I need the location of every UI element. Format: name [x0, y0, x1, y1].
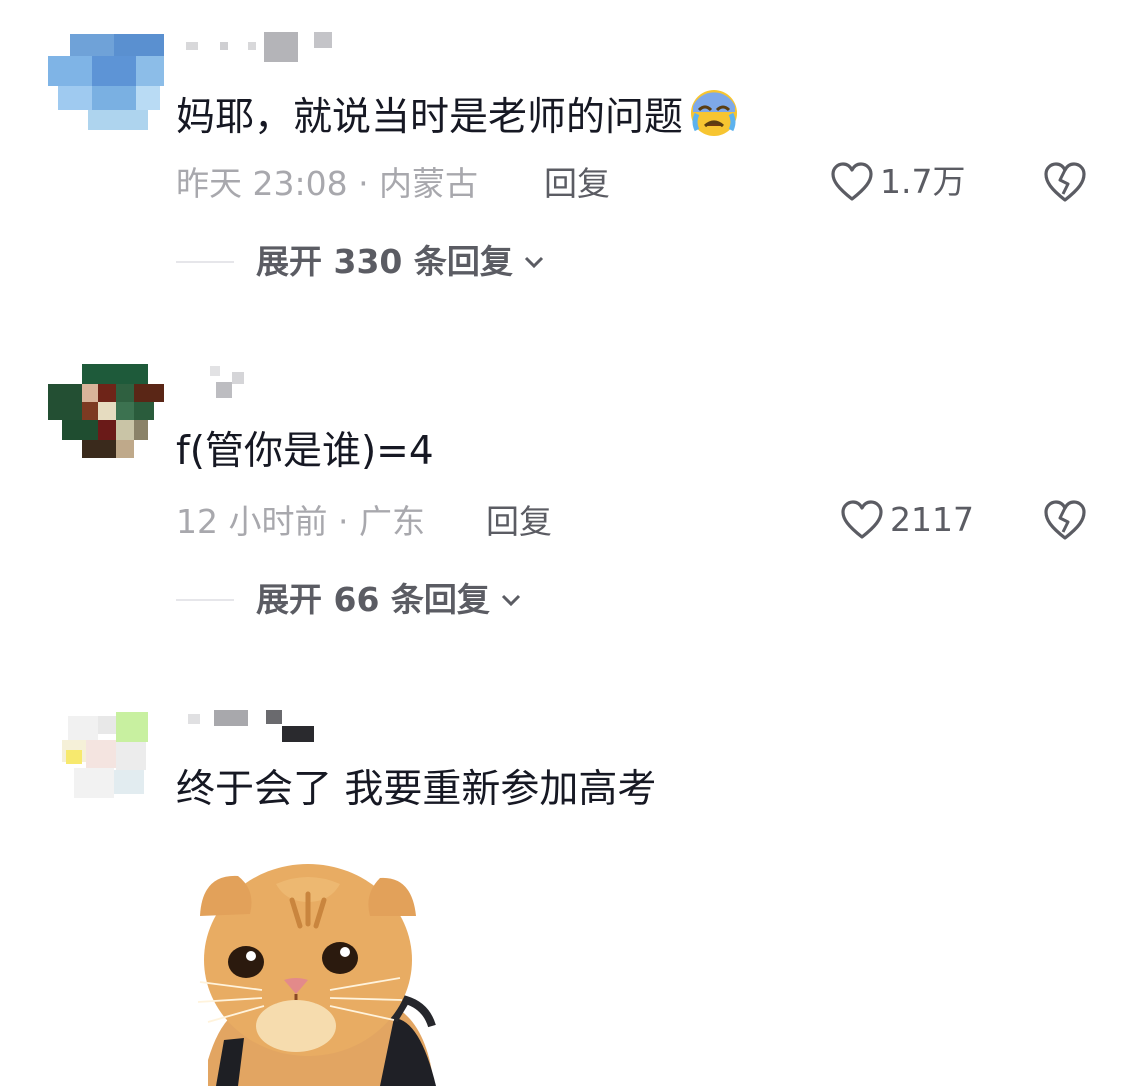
comment-text: 终于会了 我要重新参加高考: [176, 767, 657, 812]
heart-icon: [831, 162, 873, 201]
divider: [176, 261, 234, 263]
reply-button[interactable]: 回复: [544, 164, 610, 204]
like-count: 1.7万: [880, 162, 966, 201]
comment-meta: 昨天 23:08 · 内蒙古: [176, 164, 479, 203]
comment-meta: 12 小时前 · 广东: [176, 502, 425, 541]
heart-icon: [841, 500, 883, 539]
expand-replies-button[interactable]: 展开 330 条回复: [176, 242, 545, 282]
avatar[interactable]: [48, 34, 164, 130]
like-count: 2117: [890, 500, 974, 539]
expand-replies-button[interactable]: 展开 66 条回复: [176, 580, 522, 620]
comment-text: f(管你是谁)=4: [176, 429, 434, 474]
comment-3: 终于会了 我要重新参加高考: [0, 700, 1138, 1086]
divider: [176, 599, 234, 601]
broken-heart-icon[interactable]: [1042, 498, 1088, 542]
comment-1: 妈耶，就说当时是老师的问题 昨天 23:08 · 内蒙古 回复 1.7万 展开 …: [0, 0, 1138, 300]
expand-replies-label: 展开 66 条回复: [256, 580, 490, 619]
crying-face-emoji: [691, 90, 738, 136]
comment-2: f(管你是谁)=4 12 小时前 · 广东 回复 2117 展开 66 条回复: [0, 360, 1138, 640]
chevron-down-icon: [524, 256, 543, 269]
broken-heart-icon[interactable]: [1042, 160, 1088, 204]
avatar[interactable]: [48, 704, 164, 800]
reply-button[interactable]: 回复: [486, 502, 552, 542]
comment-body: 妈耶，就说当时是老师的问题: [176, 95, 684, 140]
chevron-down-icon: [501, 594, 520, 607]
like-button[interactable]: 2117: [840, 500, 974, 540]
cat-sticker[interactable]: [180, 850, 460, 1086]
avatar[interactable]: [48, 364, 164, 460]
like-button[interactable]: 1.7万: [830, 162, 965, 202]
expand-replies-label: 展开 330 条回复: [256, 242, 513, 281]
comment-text: 妈耶，就说当时是老师的问题: [176, 88, 741, 142]
